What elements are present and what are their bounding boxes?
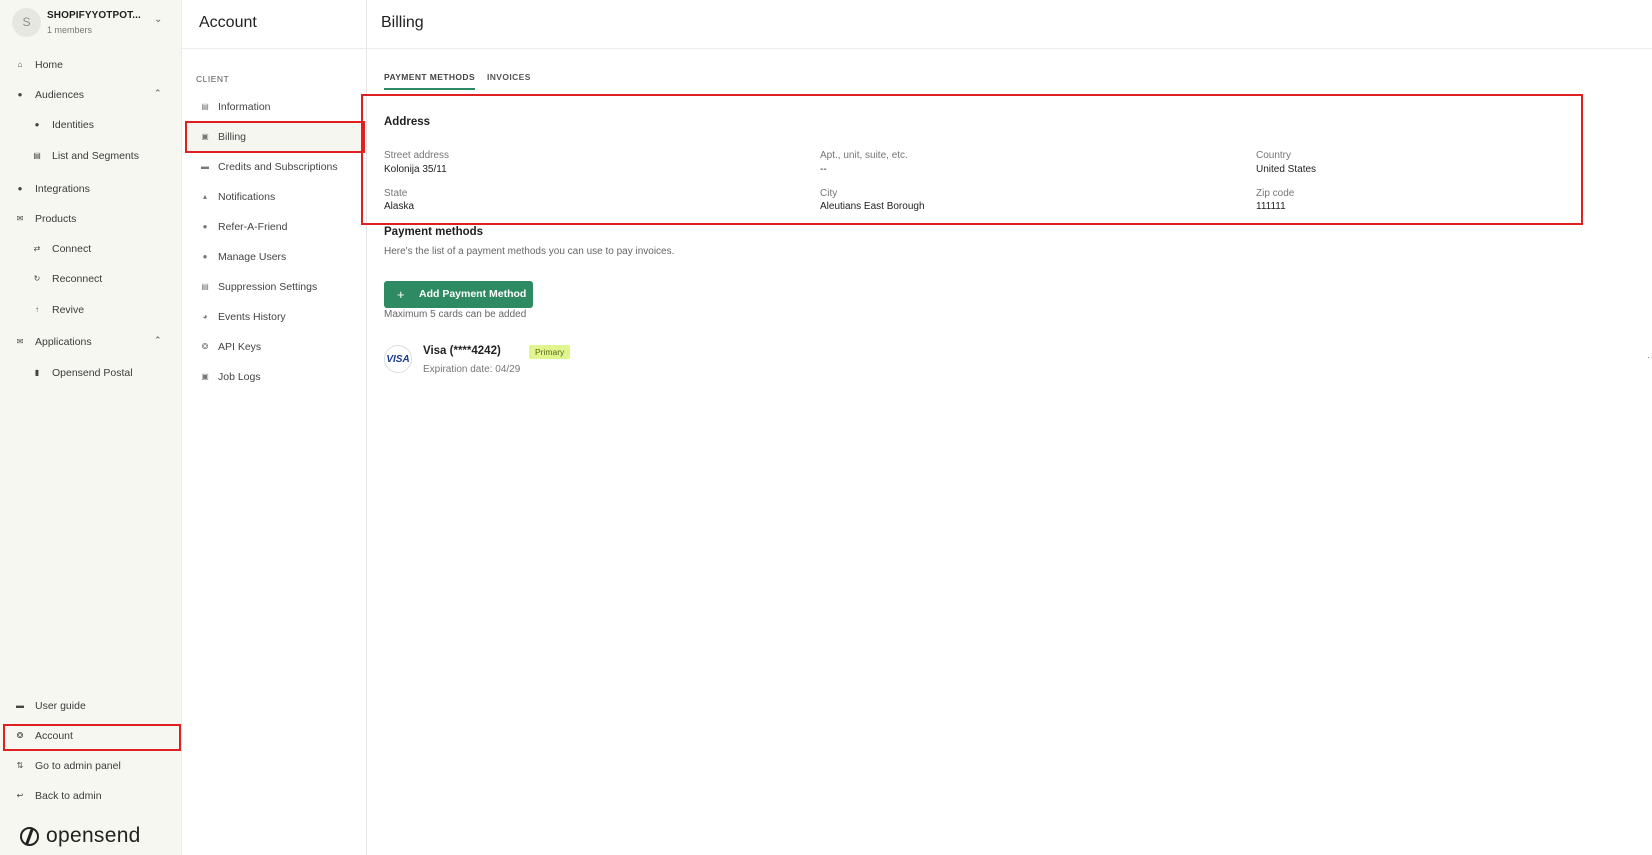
workspace-name: SHOPIFYYOTPOT...: [47, 10, 141, 21]
sidebar-item-products[interactable]: ✉ Products: [14, 207, 174, 231]
workspace-members: 1 members: [47, 25, 93, 35]
workspace-switcher[interactable]: S SHOPIFYYOTPOT... 1 members ⌄: [12, 8, 172, 40]
postal-icon: ▮: [34, 368, 40, 377]
account-menu: Account CLIENT ▤ Information ▣ Billing ▬…: [182, 0, 367, 855]
primary-badge: Primary: [529, 345, 571, 359]
avatar: S: [12, 8, 41, 37]
list-icon: ▤: [201, 282, 209, 291]
plus-icon: +: [397, 287, 405, 302]
home-icon: ⌂: [17, 60, 23, 69]
account-menu-item-billing[interactable]: ▣ Billing: [200, 126, 360, 148]
sidebar-item-identities[interactable]: ● Identities: [31, 113, 171, 137]
chevron-up-icon[interactable]: ⌃: [154, 88, 162, 99]
account-menu-item-manage-users[interactable]: ● Manage Users: [200, 246, 360, 268]
swap-icon: ⇅: [16, 761, 24, 770]
sidebar-item-list-and-segments[interactable]: ▤ List and Segments: [31, 144, 171, 168]
country-label: Country: [1256, 150, 1292, 161]
tab-invoices[interactable]: INVOICES: [487, 72, 531, 90]
log-icon: ▣: [201, 372, 209, 381]
apt-label: Apt., unit, suite, etc.: [820, 150, 908, 161]
back-arrow-icon: ↩: [16, 791, 24, 800]
mail-icon: ✉: [16, 214, 24, 223]
highlight-box-address: [361, 94, 1583, 225]
payment-methods-title: Payment methods: [384, 226, 484, 238]
section-label: CLIENT: [196, 74, 230, 84]
account-menu-item-job-logs[interactable]: ▣ Job Logs: [200, 366, 360, 388]
city-value: Aleutians East Borough: [820, 201, 925, 212]
city-label: City: [820, 188, 838, 199]
state-label: State: [384, 188, 408, 199]
sidebar-item-home[interactable]: ⌂ Home: [14, 53, 174, 77]
sidebar-item-reconnect[interactable]: ↻ Reconnect: [31, 267, 171, 291]
card-icon: ▬: [201, 162, 209, 171]
zip-label: Zip code: [1256, 188, 1295, 199]
gear-icon: ❂: [16, 731, 24, 740]
street-address-value: Kolonija 35/11: [384, 164, 447, 175]
info-icon: ▤: [201, 102, 209, 111]
card-title: Visa (****4242): [423, 345, 501, 357]
main-content: Billing PAYMENT METHODS INVOICES Address…: [361, 0, 1652, 855]
logo-mark-icon: [20, 827, 39, 846]
account-menu-item-suppression-settings[interactable]: ▤ Suppression Settings: [200, 276, 360, 298]
list-icon: ▤: [33, 151, 41, 160]
apt-value: --: [820, 164, 827, 175]
divider: [182, 48, 367, 49]
divider: [367, 48, 1652, 49]
state-value: Alaska: [384, 201, 415, 212]
key-icon: ❂: [201, 342, 209, 351]
card-expiration: Expiration date: 04/29: [423, 364, 521, 375]
folder-icon: ▬: [16, 701, 24, 710]
connect-icon: ⇄: [33, 244, 41, 253]
sidebar-item-go-to-admin-panel[interactable]: ⇅ Go to admin panel: [14, 754, 174, 778]
mail-icon: ✉: [16, 337, 24, 346]
sidebar-item-revive[interactable]: ↑ Revive: [31, 298, 171, 322]
clock-icon: ◕: [202, 312, 208, 321]
person-icon: ●: [17, 90, 23, 99]
add-payment-method-button[interactable]: + Add Payment Method: [384, 281, 533, 308]
sidebar-item-opensend-postal[interactable]: ▮ Opensend Postal: [31, 361, 171, 385]
person-icon: ●: [34, 120, 40, 129]
max-cards-note: Maximum 5 cards can be added: [384, 309, 527, 320]
sidebar-item-applications[interactable]: ✉ Applications: [14, 330, 174, 354]
sidebar-item-connect[interactable]: ⇄ Connect: [31, 237, 171, 261]
users-icon: ●: [202, 252, 208, 261]
page-title: Billing: [381, 14, 424, 31]
sidebar: S SHOPIFYYOTPOT... 1 members ⌄ ⌂ Home ● …: [0, 0, 182, 855]
revive-icon: ↑: [35, 305, 39, 314]
chevron-down-icon[interactable]: ⌄: [154, 14, 162, 25]
reconnect-icon: ↻: [33, 274, 41, 283]
sidebar-item-account[interactable]: ❂ Account: [14, 724, 174, 748]
address-title: Address: [384, 116, 431, 128]
bell-icon: ▴: [202, 192, 207, 201]
zip-value: 111111: [1256, 201, 1286, 212]
account-menu-item-events-history[interactable]: ◕ Events History: [200, 306, 360, 328]
tab-payment-methods[interactable]: PAYMENT METHODS: [384, 72, 476, 90]
payment-methods-description: Here's the list of a payment methods you…: [384, 246, 675, 257]
street-address-label: Street address: [384, 150, 450, 161]
bank-icon: ▣: [201, 132, 209, 141]
account-menu-item-notifications[interactable]: ▴ Notifications: [200, 186, 360, 208]
account-menu-item-api-keys[interactable]: ❂ API Keys: [200, 336, 360, 358]
country-value: United States: [1256, 164, 1317, 175]
sidebar-item-user-guide[interactable]: ▬ User guide: [14, 694, 174, 718]
chevron-up-icon[interactable]: ⌃: [154, 335, 162, 346]
person-icon: ●: [202, 222, 208, 231]
plug-icon: ●: [17, 184, 23, 193]
sidebar-item-back-to-admin[interactable]: ↩ Back to admin: [14, 784, 174, 808]
sidebar-item-audiences[interactable]: ● Audiences: [14, 83, 174, 107]
account-menu-item-credits-and-subscriptions[interactable]: ▬ Credits and Subscriptions: [200, 156, 360, 178]
account-title: Account: [199, 14, 257, 31]
sidebar-item-integrations[interactable]: ● Integrations: [14, 177, 174, 201]
account-menu-item-information[interactable]: ▤ Information: [200, 96, 360, 118]
visa-logo-icon: VISA: [384, 345, 412, 373]
account-menu-item-refer-a-friend[interactable]: ● Refer-A-Friend: [200, 216, 360, 238]
more-options-icon[interactable]: ··: [1647, 352, 1652, 363]
